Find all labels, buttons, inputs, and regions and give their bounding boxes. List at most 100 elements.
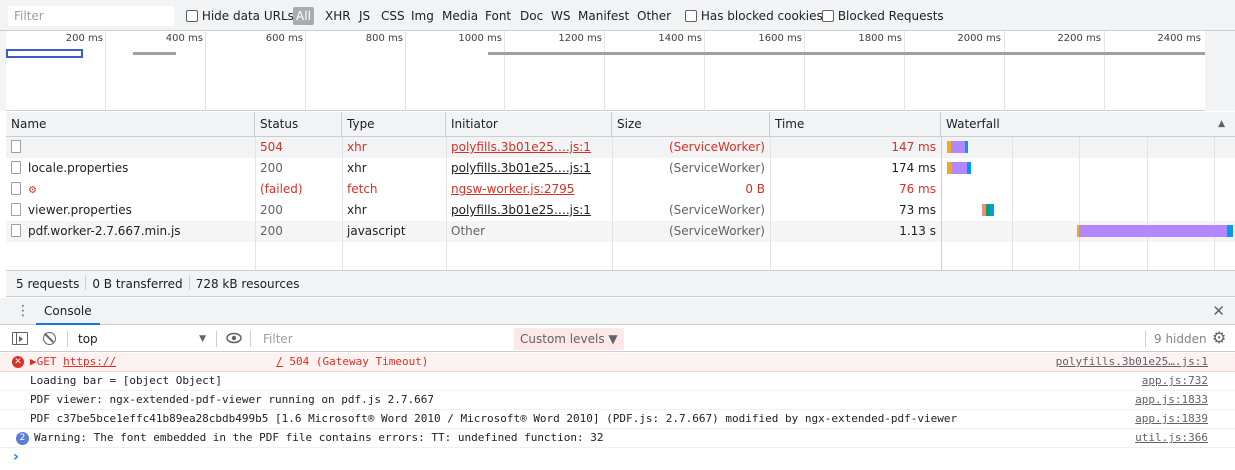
row-status: 200 — [260, 203, 283, 217]
table-row[interactable]: 504 xhr polyfills.3b01e25….js:1 (Service… — [6, 137, 941, 158]
more-vertical-icon[interactable]: ⋮ — [16, 303, 30, 319]
row-name: pdf.worker-2.7.667.min.js — [28, 224, 181, 238]
context-selector[interactable]: top ▼ — [78, 331, 210, 347]
overview-tick: 1400 ms — [658, 33, 702, 44]
network-summary-bar: 5 requests 0 B transferred 728 kB resource… — [6, 270, 1235, 297]
row-size: (ServiceWorker) — [669, 224, 765, 238]
column-header-type[interactable]: Type — [342, 112, 446, 137]
blocked-requests-label: Blocked Requests — [837, 9, 944, 23]
waterfall-bar-segment — [1079, 225, 1227, 237]
waterfall-bar-segment — [1227, 225, 1233, 237]
blocked-requests-checkbox[interactable] — [822, 10, 834, 22]
table-row[interactable]: ⚙ (failed) fetch ngsw-worker.js:2795 0 B… — [6, 179, 941, 200]
row-size: (ServiceWorker) — [669, 161, 765, 175]
table-row[interactable]: locale.properties 200 xhr polyfills.3b01… — [6, 158, 941, 179]
error-icon: ✕ — [12, 356, 24, 368]
blocked-requests-toggle[interactable]: Blocked Requests — [822, 8, 944, 24]
type-filter-font[interactable]: Font — [485, 7, 511, 25]
type-filter-css[interactable]: CSS — [381, 7, 405, 25]
waterfall-gridline — [1214, 137, 1215, 270]
overview-tick: 200 ms — [65, 33, 103, 44]
row-type: xhr — [347, 140, 367, 154]
type-filter-js[interactable]: JS — [359, 7, 370, 25]
overview-selection-window[interactable] — [6, 49, 83, 58]
row-initiator-link[interactable]: ngsw-worker.js:2795 — [446, 179, 612, 200]
type-filter-ws[interactable]: WS — [551, 7, 570, 25]
has-blocked-cookies-checkbox[interactable] — [685, 10, 697, 22]
error-request-url-end[interactable]: / — [276, 355, 283, 368]
type-filter-media[interactable]: Media — [442, 7, 478, 25]
overview-gridline — [704, 31, 705, 111]
type-filter-other[interactable]: Other — [637, 7, 671, 25]
message-source-link[interactable]: util.js:366 — [1135, 429, 1208, 447]
error-request-url[interactable]: https:// — [63, 355, 116, 368]
log-levels-dropdown[interactable]: Custom levels ▼ — [514, 328, 624, 350]
row-status: 504 — [260, 140, 283, 154]
row-initiator-link[interactable]: polyfills.3b01e25….js:1 — [446, 158, 612, 179]
console-prompt[interactable]: › — [13, 449, 19, 465]
has-blocked-cookies-toggle[interactable]: Has blocked cookies — [685, 8, 823, 24]
overview-bar — [133, 52, 176, 55]
column-header-waterfall[interactable]: Waterfall ▲ — [941, 112, 1235, 137]
file-icon — [11, 203, 21, 216]
network-overview[interactable]: 200 ms 400 ms 600 ms 800 ms 1000 ms 1200… — [0, 31, 1235, 111]
overview-gridline — [604, 31, 605, 111]
column-header-status[interactable]: Status — [255, 112, 342, 137]
column-header-name[interactable]: Name — [6, 112, 255, 137]
message-source-link[interactable]: app.js:1833 — [1135, 391, 1208, 409]
close-icon[interactable]: ✕ — [1212, 302, 1225, 320]
network-filter-input[interactable] — [8, 6, 174, 26]
request-table: Name Status Type Initiator Size Time Wat… — [6, 112, 1235, 270]
prompt-chevron-icon: › — [13, 449, 19, 465]
hide-data-urls-toggle[interactable]: Hide data URLs — [186, 8, 294, 24]
hide-data-urls-label: Hide data URLs — [201, 9, 294, 23]
message-source-link[interactable]: app.js:732 — [1142, 372, 1208, 390]
column-header-initiator[interactable]: Initiator — [446, 112, 612, 137]
overview-tick: 1800 ms — [858, 33, 902, 44]
column-header-size[interactable]: Size — [612, 112, 770, 137]
tab-console[interactable]: Console — [36, 298, 100, 325]
row-initiator-link[interactable]: polyfills.3b01e25….js:1 — [446, 137, 612, 158]
type-filter-img[interactable]: Img — [411, 7, 434, 25]
summary-separator — [188, 276, 190, 290]
overview-gridline — [405, 31, 406, 111]
row-size: (ServiceWorker) — [669, 203, 765, 217]
console-filter-input[interactable] — [258, 329, 512, 349]
row-name: locale.properties — [28, 161, 129, 175]
message-text: PDF c37be5bce1effc41b89ea28cbdb499b5 [1.… — [30, 412, 958, 425]
row-type: javascript — [347, 224, 406, 238]
message-source-link[interactable]: polyfills.3b01e25….js:1 — [1056, 353, 1208, 371]
drawer-tab-bar: ⋮ Console ✕ — [0, 298, 1235, 325]
settings-gear-icon[interactable]: ⚙ — [1212, 329, 1226, 347]
overview-right-gutter — [1205, 31, 1235, 111]
table-row[interactable]: viewer.properties 200 xhr polyfills.3b01… — [6, 200, 941, 221]
overview-tick: 2400 ms — [1157, 33, 1201, 44]
waterfall-bar-segment — [965, 141, 968, 153]
type-filter-all[interactable]: All — [293, 7, 314, 25]
overview-left-gutter — [0, 31, 6, 111]
hide-data-urls-checkbox[interactable] — [186, 10, 198, 22]
waterfall-bar-segment — [967, 162, 971, 174]
console-message: PDF viewer: ngx-extended-pdf-viewer runn… — [0, 391, 1235, 410]
console-toolbar: top ▼ Custom levels ▼ 9 hidden ⚙ — [0, 326, 1235, 352]
row-name: viewer.properties — [28, 203, 132, 217]
file-icon — [11, 224, 21, 237]
column-header-time[interactable]: Time — [770, 112, 941, 137]
repeat-count-badge: 2 — [16, 432, 29, 445]
table-row[interactable]: pdf.worker-2.7.667.min.js 200 javascript… — [6, 221, 941, 242]
type-filter-xhr[interactable]: XHR — [325, 7, 351, 25]
overview-tick: 600 ms — [265, 33, 303, 44]
error-message-text[interactable]: ▶GET https:// / 504 (Gateway Timeout) — [30, 353, 428, 371]
type-filter-doc[interactable]: Doc — [520, 7, 543, 25]
overview-gridline — [305, 31, 306, 111]
row-initiator-link[interactable]: polyfills.3b01e25….js:1 — [446, 200, 612, 221]
eye-icon[interactable] — [226, 332, 242, 344]
console-message: 2 Warning: The font embedded in the PDF … — [0, 429, 1235, 448]
gear-error-icon: ⚙ — [28, 185, 37, 196]
sidebar-toggle-icon[interactable] — [12, 332, 28, 345]
row-status: 200 — [260, 224, 283, 238]
message-source-link[interactable]: app.js:1839 — [1135, 410, 1208, 428]
type-filter-manifest[interactable]: Manifest — [578, 7, 629, 25]
clear-console-icon[interactable] — [43, 332, 56, 345]
overview-tick: 800 ms — [365, 33, 403, 44]
